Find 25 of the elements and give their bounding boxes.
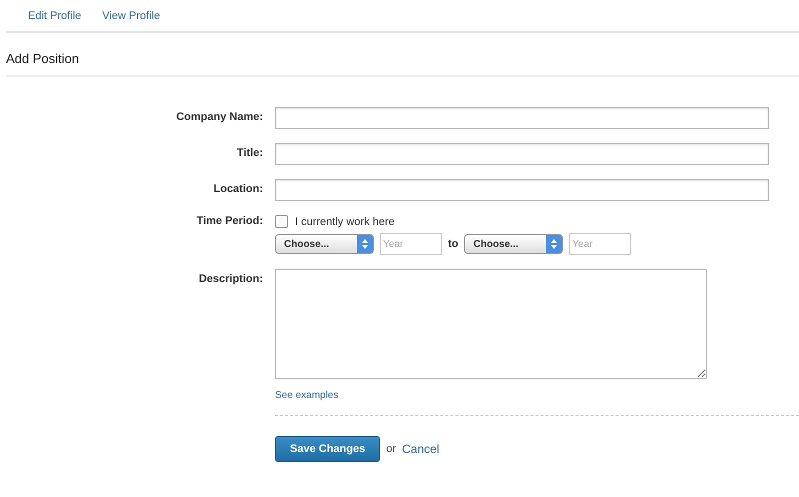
year-field[interactable]: Year: [569, 233, 632, 255]
cancel-link[interactable]: Cancel: [402, 442, 440, 456]
month-dropdown[interactable]: Choose...: [464, 234, 564, 254]
checkbox[interactable]: [275, 215, 288, 228]
or-text: or: [386, 443, 396, 455]
dropdown-arrows-icon: [357, 235, 373, 253]
input-field[interactable]: [275, 107, 769, 129]
field-label: Company Name:: [175, 110, 264, 123]
checkbox-label: I currently work here: [295, 216, 395, 228]
field-label: Description:: [198, 272, 264, 285]
dropdown-arrows-icon: [546, 235, 562, 253]
field-label: Location:: [212, 182, 264, 195]
see-examples-link[interactable]: See examples: [275, 390, 707, 401]
field-label: Title:: [236, 146, 264, 159]
to-label: to: [448, 238, 458, 250]
description-field[interactable]: [275, 269, 707, 379]
input-field[interactable]: [275, 179, 769, 201]
field-label: Time Period:: [196, 215, 264, 227]
year-field[interactable]: Year: [380, 233, 442, 255]
month-dropdown[interactable]: Choose...: [275, 234, 374, 254]
section-heading: Add Position: [6, 33, 799, 77]
input-field[interactable]: [275, 143, 769, 165]
save-changes-button[interactable]: Save Changes: [275, 436, 380, 462]
profile-tab-link[interactable]: View Profile: [102, 10, 160, 31]
profile-tab-link[interactable]: Edit Profile: [28, 10, 82, 31]
